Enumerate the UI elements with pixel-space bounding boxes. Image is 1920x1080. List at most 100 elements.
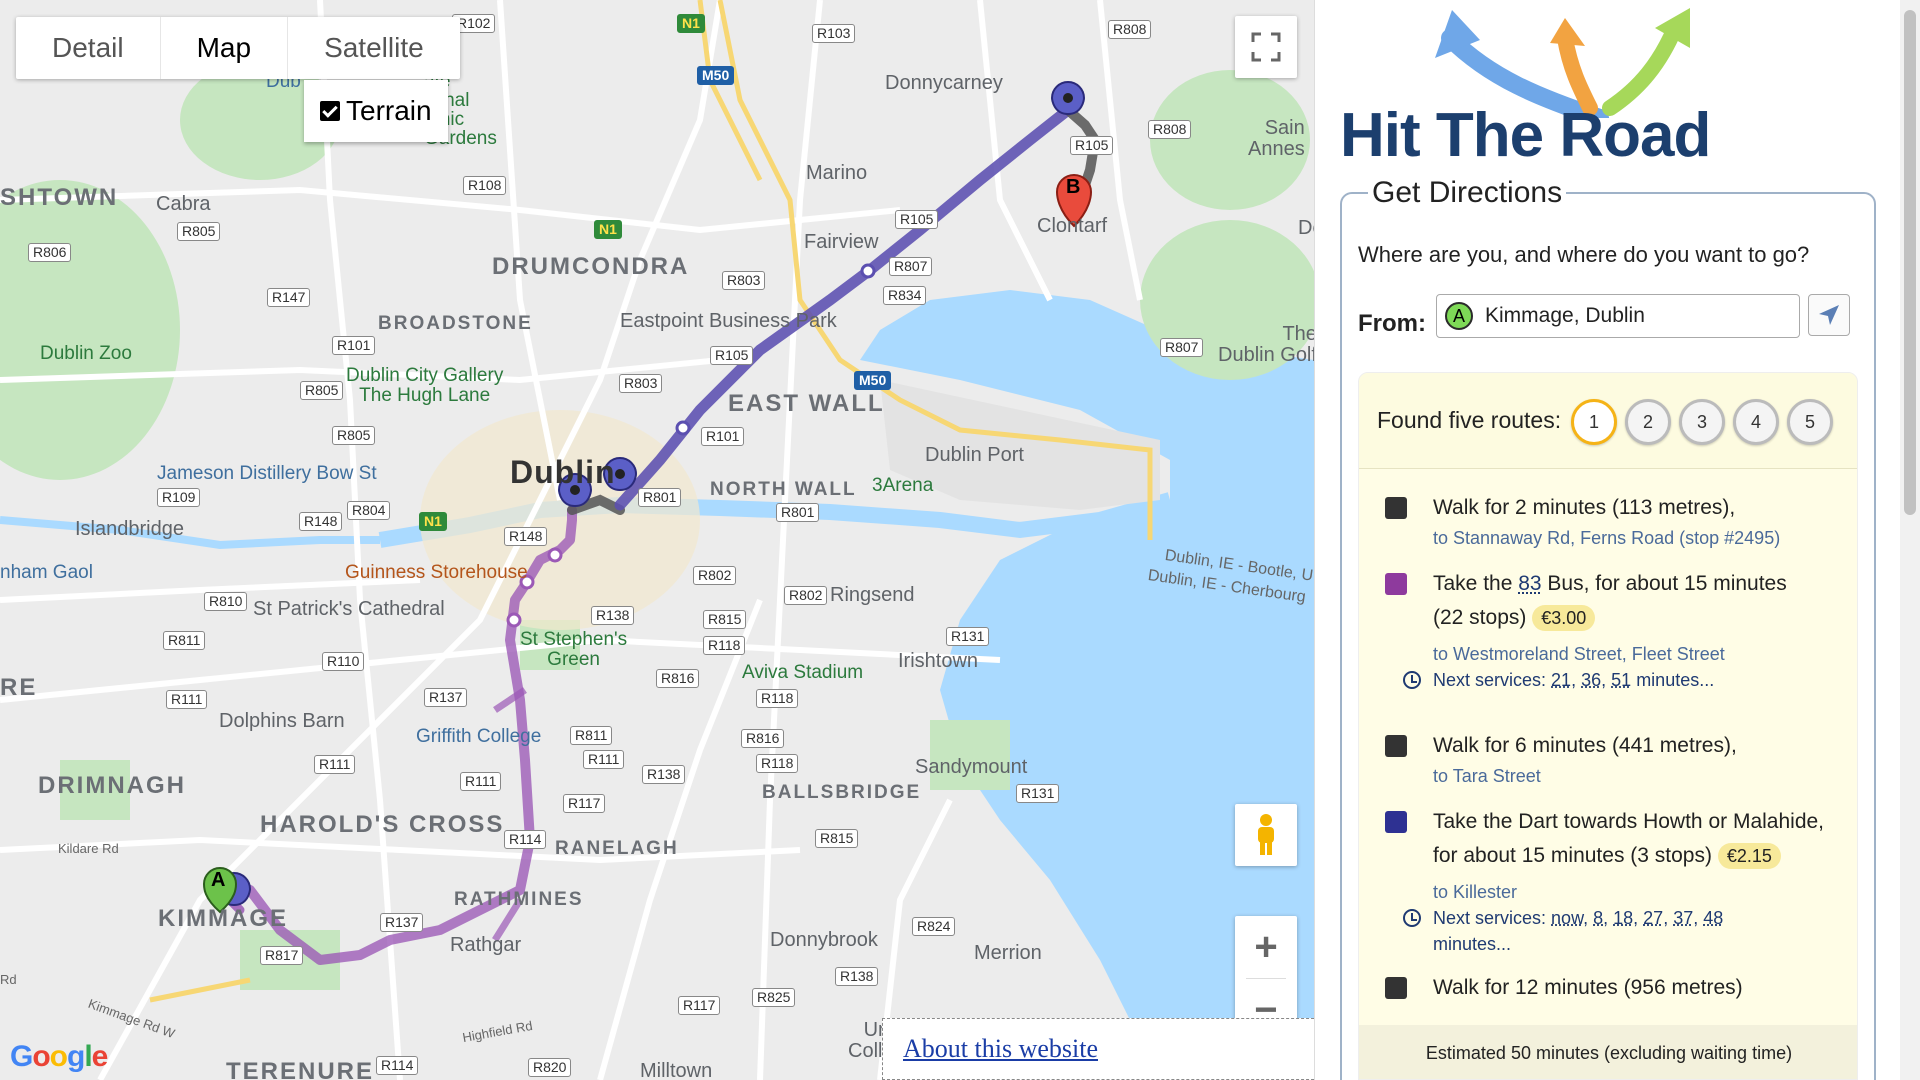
road-n1: N1 [677,14,705,33]
scrollbar-thumb[interactable] [1904,10,1916,515]
fullscreen-icon [1251,32,1281,62]
road-r117: R117 [563,794,605,813]
road-r824: R824 [912,917,955,936]
pegman-icon [1251,813,1281,857]
road-n1b: N1 [594,220,622,239]
road-r147: R147 [267,288,310,307]
step-text: Walk for 2 minutes (113 metres), [1433,491,1847,525]
place-donnycarney: Donnycarney [885,73,1003,93]
marker-a-label: A [211,870,225,890]
from-input[interactable]: A Kimmage, Dublin [1436,294,1800,338]
step-destination[interactable]: to Killester [1433,879,1847,905]
place-merrion: Merrion [974,943,1042,963]
step-destination[interactable]: to Westmoreland Street, Fleet Street [1433,641,1847,667]
app-logo: Hit The Road [1340,8,1760,163]
fullscreen-button[interactable] [1235,16,1297,78]
terrain-checkbox[interactable] [320,101,340,121]
sidebar-scrollbar[interactable] [1900,0,1920,1080]
next-service-link[interactable]: 48 [1703,908,1723,928]
routes-panel: Found five routes: 1 2 3 4 5 Walk for 2 … [1358,372,1858,1080]
road-r808: R808 [1108,20,1151,39]
step-stops: for about 15 minutes (3 stops) [1433,844,1712,867]
terrain-toggle[interactable]: Terrain [304,80,448,142]
road-r807b: R807 [1160,338,1203,357]
zoom-in-button[interactable]: + [1235,916,1297,978]
next-service-link[interactable]: 36 [1581,670,1601,690]
road-r138b: R138 [642,765,685,784]
from-value: Kimmage, Dublin [1485,304,1645,328]
from-label: From: [1358,310,1426,338]
next-service-link[interactable]: 51 [1611,670,1631,690]
road-r805: R805 [177,222,220,241]
directions-question: Where are you, and where do you want to … [1358,242,1809,268]
step-destination[interactable]: to Tara Street [1433,763,1847,789]
route-step: Take the 83 Bus, for about 15 minutes (2… [1377,567,1847,693]
bus-route-link[interactable]: 83 [1518,572,1541,595]
step-text: Walk for 6 minutes (441 metres), [1433,729,1847,763]
locate-button[interactable] [1808,294,1850,336]
place-cabra: Cabra [156,194,210,214]
route-button-2[interactable]: 2 [1625,399,1671,445]
about-box: About this website [882,1018,1314,1080]
road-r111d: R111 [460,772,501,791]
road-r105c: R105 [710,346,753,365]
map-type-detail[interactable]: Detail [16,17,161,79]
next-services: Next services: 21, 36, 51 minutes... [1433,667,1847,693]
next-services-label: Next services: [1433,670,1546,690]
road-r804: R804 [347,501,390,520]
next-service-link[interactable]: 27 [1643,908,1663,928]
road-r815: R815 [703,610,746,629]
step-text: Walk for 12 minutes (956 metres) [1433,971,1847,1005]
place-drumcondra: DRUMCONDRA [492,255,689,279]
place-kimmage: KIMMAGE [158,907,288,931]
fare-badge: €2.15 [1718,843,1781,869]
road-r117b: R117 [678,996,720,1015]
place-donnybrook: Donnybrook [770,930,878,950]
place-gaol: nham Gaol [0,563,93,582]
road-m50: M50 [697,66,734,85]
about-link[interactable]: About this website [903,1034,1098,1064]
route-button-3[interactable]: 3 [1679,399,1725,445]
road-r111b: R111 [583,750,624,769]
next-service-link[interactable]: now [1551,908,1583,928]
place-broadstone: BROADSTONE [378,314,533,333]
place-eastpoint: Eastpoint Business Park [620,311,837,331]
map-type-satellite[interactable]: Satellite [288,17,460,79]
place-patricks: St Patrick's Cathedral [253,599,445,619]
next-services-suffix: minutes... [1636,670,1714,690]
step-destination[interactable]: to Stannaway Rd, Ferns Road (stop #2495) [1433,525,1847,551]
map-type-map[interactable]: Map [161,17,288,79]
road-r137: R137 [424,688,467,707]
road-r111c: R111 [314,755,355,774]
road-r103: R103 [812,24,855,43]
route-button-1[interactable]: 1 [1571,399,1617,445]
road-r105b: R105 [895,210,938,229]
map[interactable]: A B Donnycarney Marino Fairview Clontarf… [0,0,1314,1080]
step-text-pre: Take the [1433,572,1518,595]
place-3arena: 3Arena [872,476,933,495]
next-service-link[interactable]: 37 [1673,908,1693,928]
marker-b-label: B [1066,177,1080,197]
next-service-link[interactable]: 21 [1551,670,1571,690]
walk-icon [1385,735,1407,757]
road-r131b: R131 [1016,784,1059,803]
place-fairview: Fairview [804,232,878,252]
road-r811: R811 [163,631,205,650]
step-text-2: for about 15 minutes (3 stops) €2.15 [1433,839,1847,873]
next-services-label: Next services: [1433,908,1546,928]
road-r820: R820 [528,1058,571,1077]
next-service-link[interactable]: 8 [1593,908,1603,928]
place-milltown: Milltown [640,1061,712,1080]
place-sandymount: Sandymount [915,757,1027,777]
place-griffith: Griffith College [416,727,541,746]
route-step: Walk for 2 minutes (113 metres), to Stan… [1377,491,1847,551]
road-r805b: R805 [300,381,343,400]
route-button-4[interactable]: 4 [1733,399,1779,445]
place-clontarf: Clontarf [1037,216,1107,236]
road-r110: R110 [322,652,364,671]
route-button-5[interactable]: 5 [1787,399,1833,445]
clock-icon [1403,909,1421,927]
street-view-button[interactable] [1235,804,1297,866]
next-service-link[interactable]: 18 [1613,908,1633,928]
road-r118c: R118 [756,754,798,773]
